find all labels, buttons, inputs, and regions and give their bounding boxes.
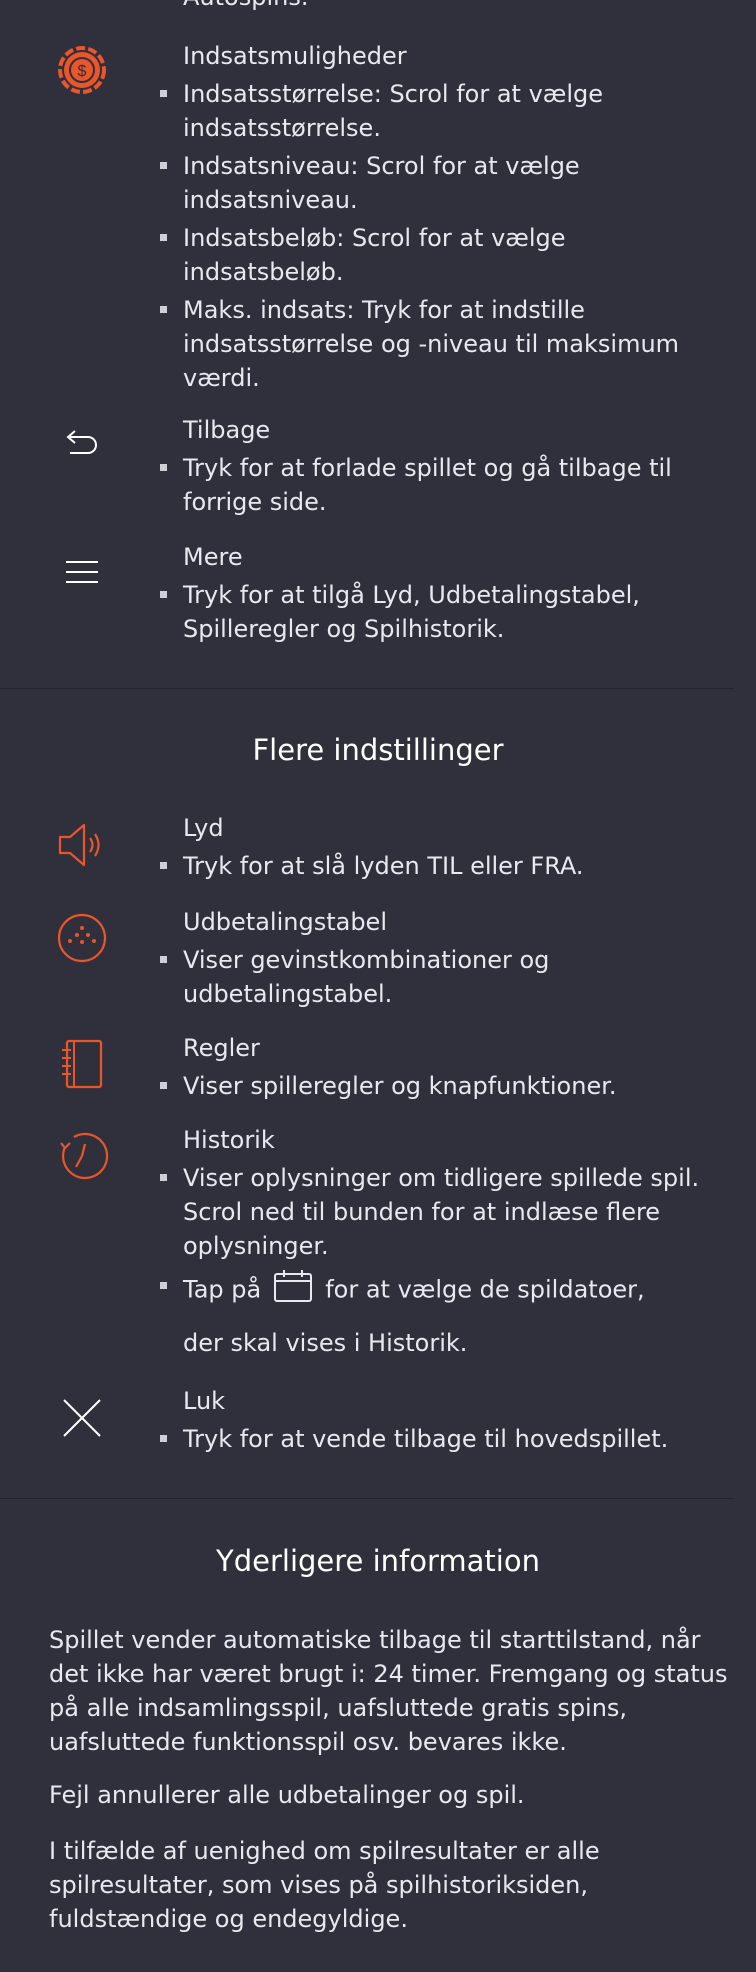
paytable-dice-icon — [52, 908, 112, 968]
list-item: Tryk for at tilgå Lyd, Udbetalingstabel,… — [160, 578, 723, 646]
history-tap-prefix: Tap på — [183, 1275, 262, 1304]
bet-options-title: Indsatsmuligheder — [183, 42, 407, 70]
more-list: Tryk for at tilgå Lyd, Udbetalingstabel,… — [160, 578, 723, 650]
list-item: Tap på for at vælge de spildatoer, der sk… — [160, 1269, 723, 1360]
list-item: Tryk for at vende tilbage til hovedspill… — [160, 1422, 723, 1456]
history-title: Historik — [183, 1126, 275, 1154]
list-item: Viser spilleregler og knapfunktioner. — [160, 1069, 723, 1103]
divider — [0, 1498, 734, 1499]
additional-paragraph: Spillet vender automatiske tilbage til s… — [49, 1626, 728, 1756]
close-title: Luk — [183, 1387, 226, 1415]
paytable-title: Udbetalingstabel — [183, 908, 387, 936]
list-item: Viser gevinstkombinationer og udbetaling… — [160, 943, 723, 1011]
close-list: Tryk for at vende tilbage til hovedspill… — [160, 1422, 723, 1460]
list-item: Indsatsbeløb: Scrol for at vælge indsats… — [160, 221, 723, 289]
hamburger-menu-icon — [52, 542, 112, 602]
back-arrow-icon — [52, 414, 112, 474]
close-icon — [52, 1388, 112, 1448]
svg-text:$: $ — [78, 63, 87, 80]
list-item: Viser oplysninger om tidligere spillede … — [160, 1161, 723, 1263]
history-tap-line2: der skal vises i Historik. — [183, 1329, 468, 1357]
back-title: Tilbage — [183, 416, 271, 444]
sound-list: Tryk for at slå lyden TIL eller FRA. — [160, 849, 723, 887]
back-list: Tryk for at forlade spillet og gå tilbag… — [160, 451, 723, 523]
divider — [0, 688, 734, 689]
settings-heading: Flere indstillinger — [252, 733, 504, 767]
rules-title: Regler — [183, 1034, 260, 1062]
paytable-list: Viser gevinstkombinationer og udbetaling… — [160, 943, 723, 1015]
sound-title: Lyd — [183, 814, 224, 842]
more-title: Mere — [183, 543, 243, 571]
list-item: Indsatsniveau: Scrol for at vælge indsat… — [160, 149, 723, 217]
list-item: Tryk for at slå lyden TIL eller FRA. — [160, 849, 723, 883]
autospins-cut-text: Autospins. — [183, 0, 308, 14]
calendar-icon[interactable] — [273, 1269, 313, 1312]
dollar-chip-icon: $ — [52, 40, 112, 100]
list-item: Indsatsstørrelse: Scrol for at vælge ind… — [160, 77, 723, 145]
history-clock-icon — [52, 1126, 112, 1186]
bet-options-list: Indsatsstørrelse: Scrol for at vælge ind… — [160, 77, 723, 399]
list-item: Tryk for at forlade spillet og gå tilbag… — [160, 451, 723, 519]
history-tap-suffix: for at vælge de spildatoer, — [325, 1275, 645, 1304]
additional-paragraph: Fejl annullerer alle udbetalinger og spi… — [49, 1781, 525, 1809]
rules-list: Viser spilleregler og knapfunktioner. — [160, 1069, 723, 1107]
history-list: Viser oplysninger om tidligere spillede … — [160, 1161, 723, 1364]
additional-heading: Yderligere information — [216, 1544, 540, 1578]
list-item: Maks. indsats: Tryk for at indstille ind… — [160, 293, 723, 395]
speaker-icon — [52, 815, 112, 875]
rules-notebook-icon — [52, 1034, 112, 1094]
additional-paragraph: I tilfælde af uenighed om spilresultater… — [49, 1837, 600, 1933]
